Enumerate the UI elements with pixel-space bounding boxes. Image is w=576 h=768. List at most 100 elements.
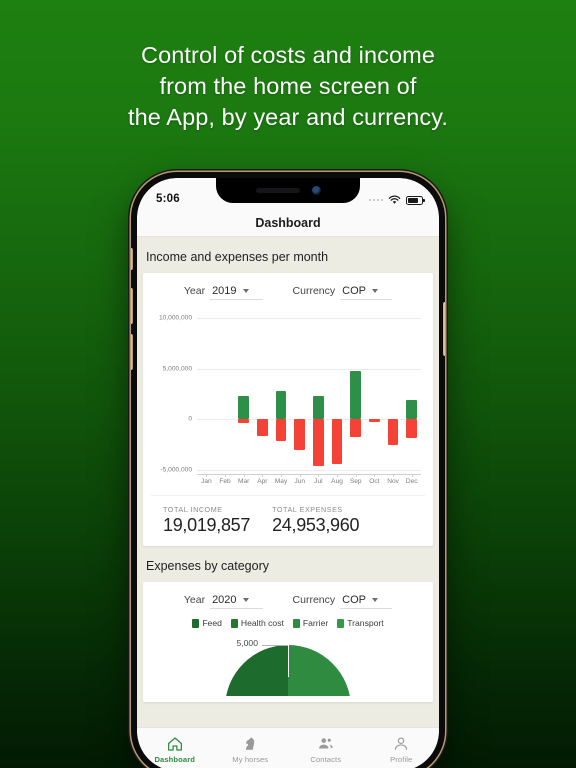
x-axis-tick-label: Feb [216,475,235,488]
legend-swatch-icon [230,618,238,628]
tab-profile-label: Profile [390,755,413,764]
total-income-label: TOTAL INCOME [163,505,223,514]
bar-income-sep[interactable] [350,371,361,420]
bar-expenses-oct[interactable] [369,419,380,422]
y-axis-tick-label: 5,000,000 [162,365,192,373]
year-selector-category[interactable]: Year 2020 [184,594,263,609]
expenses-pie-chart: 5,000 [151,636,425,696]
totals-row: TOTAL INCOME 19,019,857 TOTAL EXPENSES 2… [151,495,425,540]
expenses-category-section-title: Expenses by category [146,559,269,573]
signal-dots-icon [368,198,383,202]
bottom-tab-bar[interactable]: Dashboard My horses Contacts Profile [137,727,439,768]
y-axis-tick-label: -5,000,000 [160,466,192,474]
dashboard-content[interactable]: Income and expenses per month Year 2019 … [137,237,439,727]
bar-slot[interactable] [216,318,235,470]
pie-chart-annotation: 5,000 [236,638,258,648]
x-axis-tick-label: Oct [365,475,384,488]
chevron-down-icon [372,597,378,602]
bar-slot[interactable] [290,318,309,470]
bar-income-jul[interactable] [313,395,324,420]
page-title: Dashboard [255,215,321,230]
home-icon [167,737,182,751]
legend-item-transport[interactable]: Transport [337,618,384,628]
navigation-bar: Dashboard [137,209,439,237]
x-axis-tick-label: Jul [309,475,328,488]
bar-expenses-sep[interactable] [350,419,361,438]
tab-dashboard[interactable]: Dashboard [137,728,213,768]
currency-label-income: Currency [292,285,336,297]
tab-my-horses-label: My horses [232,755,269,764]
tab-contacts[interactable]: Contacts [288,728,364,768]
legend-item-health-cost[interactable]: Health cost [230,618,284,628]
bar-expenses-nov[interactable] [387,419,399,446]
tab-my-horses[interactable]: My horses [213,728,289,768]
bar-expenses-mar[interactable] [238,419,249,424]
power-button[interactable] [443,302,445,356]
volume-up-button[interactable] [131,288,133,324]
total-expenses-block: TOTAL EXPENSES 24,953,960 [272,505,359,536]
legend-label: Transport [347,618,384,628]
bar-income-may[interactable] [275,390,287,420]
bar-group [197,318,421,470]
x-axis-tick-label: Jan [197,475,216,488]
bar-income-dec[interactable] [406,399,417,420]
y-axis-tick-label: 0 [188,415,192,423]
x-axis-tick-label: Jun [290,475,309,488]
legend-item-farrier[interactable]: Farrier [292,618,328,628]
legend-item-feed[interactable]: Feed [192,618,222,628]
notch [216,178,360,203]
currency-selector-income[interactable]: Currency COP [293,285,393,300]
pie-chart-legend: Feed Health cost Farrier Transport [151,615,425,634]
bar-income-mar[interactable] [238,396,249,420]
bar-slot[interactable] [328,318,347,470]
tab-contacts-label: Contacts [310,755,342,764]
currency-label-category: Currency [292,594,336,606]
phone-screen: 5:06 Dashboard Income and expenses per m… [137,178,439,768]
x-axis-tick-label: Mar [234,475,253,488]
legend-swatch-icon [337,618,345,628]
phone-mockup: 5:06 Dashboard Income and expenses per m… [131,172,445,768]
bar-slot[interactable] [365,318,384,470]
legend-label: Health cost [240,618,284,628]
volume-down-button[interactable] [131,334,133,370]
bar-slot[interactable] [197,318,216,470]
promo-line-1: Control of costs and income [141,42,435,68]
silent-switch-button[interactable] [131,248,133,270]
promo-line-2: from the home screen of [159,73,417,99]
bar-slot[interactable] [402,318,421,470]
currency-value-category: COP [342,594,366,606]
x-axis-tick-label: May [272,475,291,488]
expenses-category-filters: Year 2020 Currency COP [151,592,425,615]
tab-profile[interactable]: Profile [364,728,440,768]
bar-expenses-aug[interactable] [331,419,343,464]
bar-slot[interactable] [309,318,328,470]
income-expenses-bar-chart: 10,000,000 5,000,000 0 -5,000,000 Jan Feb Mar… [151,310,425,492]
currency-selector-category[interactable]: Currency COP [293,594,393,609]
bar-slot[interactable] [346,318,365,470]
legend-swatch-icon [192,618,200,628]
x-axis-tick-label: Nov [384,475,403,488]
bar-expenses-jul[interactable] [313,419,324,467]
bar-expenses-may[interactable] [275,419,287,442]
gridline [197,470,421,471]
bar-chart-x-axis: Jan Feb Mar Apr May Jun Jul Aug Sep Oct Nov Dec [197,474,421,488]
legend-label: Feed [202,618,222,628]
total-expenses-value: 24,953,960 [272,515,360,535]
bar-chart-plot-area: 10,000,000 5,000,000 0 -5,000,000 [159,315,421,474]
bar-expenses-dec[interactable] [406,419,417,438]
bar-expenses-jun[interactable] [294,419,305,450]
y-axis-tick-label: 10,000,000 [158,314,192,322]
bar-expenses-apr[interactable] [257,419,268,436]
year-selector-income[interactable]: Year 2019 [184,285,263,300]
profile-icon [395,737,408,750]
phone-bezel: 5:06 Dashboard Income and expenses per m… [137,178,439,768]
front-camera-icon [311,186,321,195]
status-indicators [368,195,425,205]
legend-swatch-icon [292,618,300,628]
bar-slot[interactable] [272,318,291,470]
bar-slot[interactable] [384,318,403,470]
x-axis-tick-label: Sep [346,475,365,488]
battery-icon [406,195,425,205]
bar-slot[interactable] [234,318,253,470]
bar-slot[interactable] [253,318,272,470]
